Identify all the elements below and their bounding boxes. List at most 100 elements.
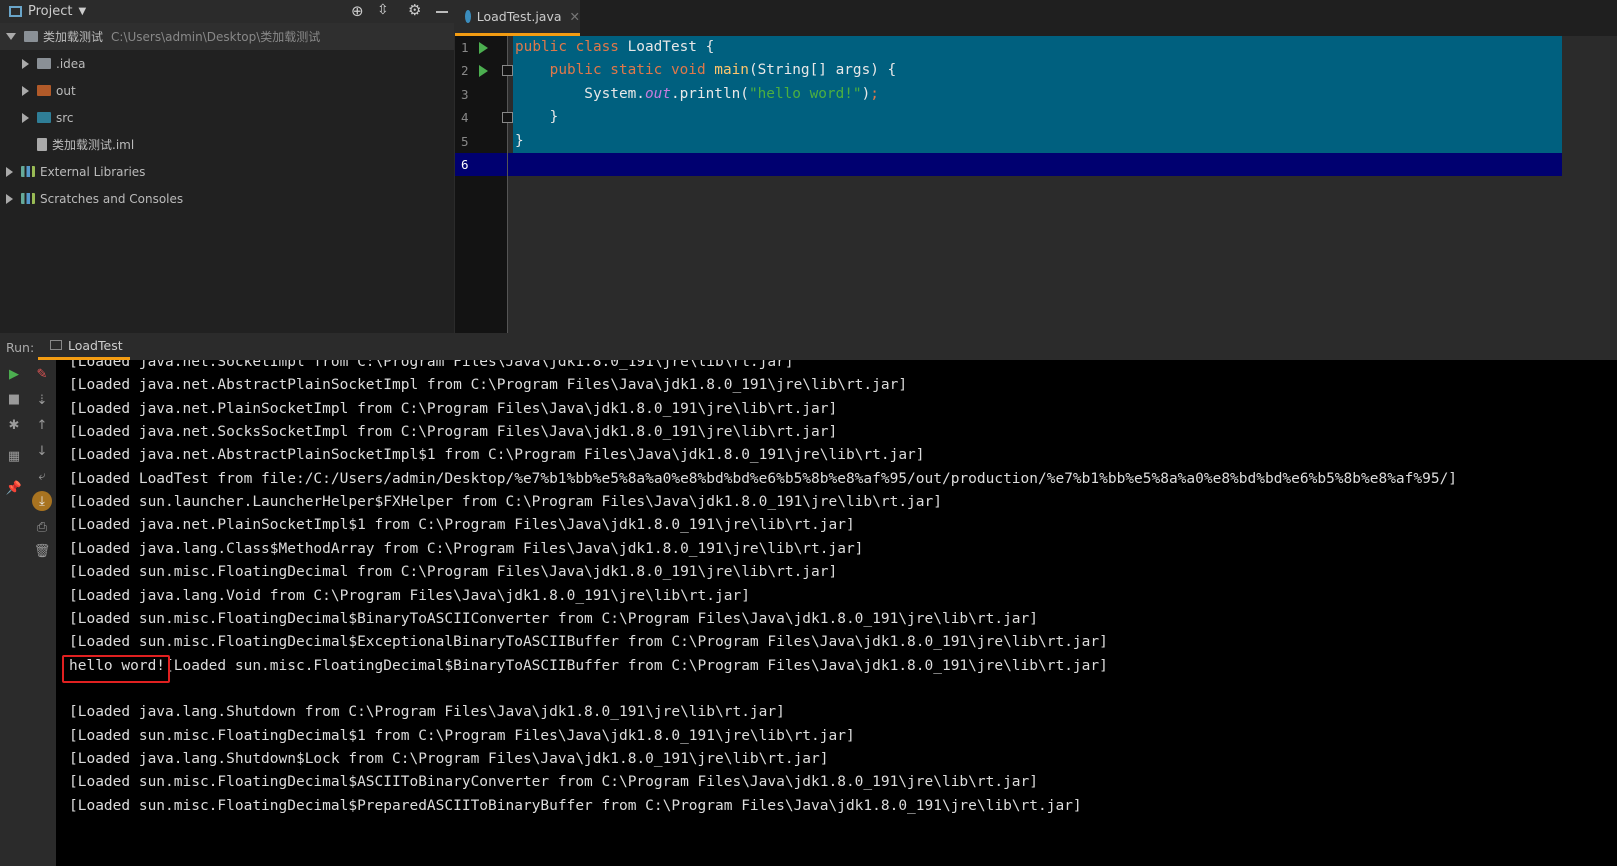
folder-icon	[37, 58, 51, 69]
layout-icon[interactable]: ▦	[6, 448, 22, 464]
tree-item[interactable]: Scratches and Consoles	[0, 185, 454, 212]
print-icon[interactable]: ⎙	[34, 519, 50, 535]
run-tab-loadtest[interactable]: LoadTest	[38, 333, 130, 360]
gear-icon[interactable]: ⚙	[408, 1, 421, 19]
code-token: )	[861, 85, 871, 102]
console-line: [Loaded sun.misc.FloatingDecimal$BinaryT…	[69, 610, 1039, 627]
line-number: 3	[461, 86, 469, 102]
tree-item-label: External Libraries	[40, 164, 146, 179]
tree-item[interactable]: .idea	[0, 50, 454, 77]
tab-label: LoadTest.java	[476, 9, 562, 24]
code-token: public class	[515, 39, 628, 55]
console-line: [Loaded java.lang.Class$MethodArray from…	[69, 540, 864, 557]
console-line: hello word![Loaded sun.misc.FloatingDeci…	[69, 657, 1108, 674]
collapsed-arrow-icon[interactable]	[6, 166, 13, 177]
tree-item[interactable]: External Libraries	[0, 158, 454, 185]
highlight-box	[62, 655, 170, 683]
code-token: "hello word!"	[748, 85, 862, 102]
stop-icon[interactable]: ■	[6, 391, 22, 407]
scroll-to-end-icon[interactable]: ⤓	[32, 491, 52, 511]
run-toolbar: Run:	[0, 333, 1617, 360]
line-number: 4	[461, 110, 469, 126]
line-number: 2	[461, 63, 469, 79]
run-label: Run:	[6, 340, 35, 355]
sort-icon[interactable]: ⇣	[34, 392, 50, 408]
rerun-icon[interactable]: ▶	[6, 366, 22, 382]
tab-loadtest-java[interactable]: LoadTest.java ✕	[455, 0, 580, 36]
code-token: }	[515, 109, 559, 126]
console-line: [Loaded java.lang.Shutdown from C:\Progr…	[69, 704, 785, 721]
code-token: out	[644, 85, 671, 102]
tree-item-label: src	[56, 110, 74, 125]
console-line: [Loaded LoadTest from file:/C:/Users/adm…	[69, 470, 1458, 487]
tree-item-label: Scratches and Consoles	[40, 191, 184, 206]
clear-edit-icon[interactable]: ✎	[34, 366, 50, 382]
tree-item[interactable]: out	[0, 77, 454, 104]
console-line: [Loaded java.lang.Shutdown$Lock from C:\…	[69, 750, 829, 767]
tree-item[interactable]: src	[0, 104, 454, 131]
up-arrow-icon[interactable]: ↑	[34, 417, 50, 433]
down-arrow-icon[interactable]: ↓	[34, 443, 50, 459]
collapsed-arrow-icon[interactable]	[22, 112, 29, 123]
tree-item-label: out	[56, 83, 76, 98]
code-line[interactable]: }	[515, 130, 524, 153]
fold-close-icon[interactable]	[502, 112, 513, 124]
code-token: main	[714, 62, 749, 79]
close-icon[interactable]: ✕	[570, 9, 580, 24]
console-icon	[50, 340, 62, 350]
collapsed-arrow-icon[interactable]	[22, 85, 29, 96]
run-side-toolbar: ▶ ■ ✱ ▦ 📌 ✎ ⇣ ↑ ↓ ⤶ ⤓ ⎙ 🗑	[0, 360, 56, 866]
code-token: System.	[515, 85, 645, 102]
console-line: [Loaded sun.misc.FloatingDecimal from C:…	[69, 564, 838, 581]
code-token: }	[515, 132, 524, 149]
minimize-icon[interactable]	[436, 11, 448, 13]
code-token: .println(	[670, 85, 749, 102]
debug-icon[interactable]: ✱	[6, 417, 22, 433]
editor-tab-bar	[455, 0, 1617, 36]
code-token: LoadTest {	[627, 39, 715, 55]
folder-icon	[37, 85, 51, 96]
expanded-arrow-icon[interactable]	[6, 33, 16, 40]
collapsed-arrow-icon[interactable]	[6, 193, 13, 204]
console-line: [Loaded sun.misc.FloatingDecimal$ASCIITo…	[69, 774, 1039, 791]
console-line: [Loaded java.net.PlainSocketImpl$1 from …	[69, 517, 855, 534]
code-line[interactable]: System.out.println("hello word!");	[515, 83, 879, 106]
run-tab-label: LoadTest	[68, 337, 123, 353]
tree-item-label: .idea	[56, 56, 86, 71]
console-line: [Loaded java.net.PlainSocketImpl from C:…	[69, 400, 838, 417]
tree-item[interactable]: 类加载测试 C:\Users\admin\Desktop\类加载测试	[0, 23, 454, 50]
console-line: [Loaded sun.misc.FloatingDecimal$Prepare…	[69, 797, 1082, 814]
tree-item[interactable]: 类加载测试.iml	[0, 131, 454, 158]
code-token: public static void	[549, 62, 715, 79]
trash-icon[interactable]: 🗑	[34, 543, 51, 559]
project-title[interactable]: Project	[28, 4, 72, 19]
chevron-down-icon[interactable]: ▼	[78, 6, 86, 17]
code-token: ;	[870, 85, 879, 102]
soft-wrap-icon[interactable]: ⤶	[34, 468, 50, 484]
line-number: 5	[461, 133, 469, 149]
folder-icon	[24, 31, 38, 42]
line-number: 6	[461, 157, 469, 172]
tree-item-path: C:\Users\admin\Desktop\类加载测试	[111, 30, 321, 44]
console-line: [Loaded sun.misc.FloatingDecimal$Excepti…	[69, 634, 1108, 651]
scratch-icon	[21, 193, 35, 204]
editor-scrollbar[interactable]	[1562, 36, 1617, 333]
collapse-all-icon[interactable]: ⇳	[377, 2, 389, 18]
console-line: [Loaded java.net.SocksSocketImpl from C:…	[69, 424, 838, 441]
project-panel-header: Project ▼ ⊕ ⇳ ⚙	[0, 0, 454, 23]
code-line[interactable]: public class LoadTest {	[515, 36, 714, 59]
code-line[interactable]: }	[515, 106, 559, 129]
collapsed-arrow-icon[interactable]	[22, 58, 29, 69]
pin-icon[interactable]: 📌	[6, 480, 22, 496]
console-output[interactable]: [Loaded java.net.SocketImpl from C:\Prog…	[56, 360, 1617, 866]
console-line: [Loaded java.net.AbstractPlainSocketImpl…	[69, 447, 925, 464]
console-line: [Loaded sun.launcher.LauncherHelper$FXHe…	[69, 494, 942, 511]
project-icon	[9, 6, 22, 17]
locate-icon[interactable]: ⊕	[351, 2, 364, 20]
console-line: [Loaded sun.misc.FloatingDecimal$1 from …	[69, 727, 855, 744]
code-line[interactable]: public static void main(String[] args) {	[515, 59, 897, 82]
folder-icon	[37, 112, 51, 123]
fold-open-icon[interactable]	[502, 65, 513, 77]
java-class-icon	[465, 10, 471, 23]
